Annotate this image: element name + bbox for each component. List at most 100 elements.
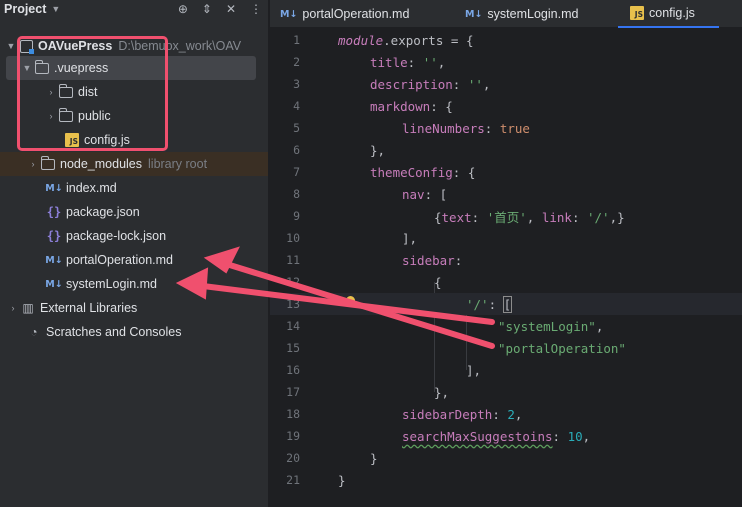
code-line-4: 4 markdown: {: [270, 95, 742, 117]
chevron-right-icon[interactable]: ›: [6, 303, 20, 313]
tree-item-label: index.md: [66, 181, 117, 195]
markdown-file-icon: M↓: [45, 182, 63, 194]
code-token: link: [541, 209, 572, 225]
code-line-9: 9 {text: '首页', link: '/',}: [270, 205, 742, 227]
line-number: 15: [286, 341, 300, 355]
code-token: ],: [402, 230, 418, 246]
project-panel: Project ▼ ⊕ ⇕ ✕ ⋮ ▼ OAVuePress D:\bemuox…: [0, 0, 269, 507]
more-icon[interactable]: ⋮: [250, 2, 262, 16]
tree-item-vuepress[interactable]: ▼ .vuepress: [6, 56, 256, 80]
code-token: searchMaxSuggestoins: [402, 428, 553, 444]
tree-item-public[interactable]: › public: [0, 104, 268, 128]
markdown-file-icon: M↓: [45, 278, 63, 290]
tree-item-dist[interactable]: › dist: [0, 80, 268, 104]
code-token: nav: [402, 186, 425, 202]
project-panel-header[interactable]: Project ▼ ⊕ ⇕ ✕ ⋮: [0, 0, 268, 17]
tree-item-package[interactable]: {} package.json: [0, 200, 268, 224]
code-token: themeConfig: [370, 164, 453, 180]
code-token: lineNumbers: [402, 120, 485, 136]
tree-item-config[interactable]: JS config.js: [0, 128, 268, 152]
module-icon: [18, 39, 34, 54]
code-line-5: 5 lineNumbers: true: [270, 117, 742, 139]
code-line-6: 6 },: [270, 139, 742, 161]
tree-item-label: systemLogin.md: [66, 277, 158, 291]
tab-label: portalOperation.md: [302, 7, 410, 21]
expand-collapse-icon[interactable]: ⇕: [202, 2, 212, 16]
tree-item-index[interactable]: M↓ index.md: [0, 176, 268, 200]
code-token: title: [370, 54, 408, 70]
target-icon[interactable]: ⊕: [178, 2, 188, 16]
code-editor[interactable]: 1 module.exports = { 2 title: '', 3 desc…: [270, 29, 742, 507]
line-number: 5: [293, 121, 300, 135]
code-token: sidebarDepth: [402, 406, 493, 422]
json-file-icon: {}: [46, 229, 62, 243]
chevron-down-icon[interactable]: ▼: [4, 41, 18, 51]
line-number: 6: [293, 143, 300, 157]
line-number: 9: [293, 209, 300, 223]
project-panel-title[interactable]: Project: [4, 2, 46, 16]
tree-item-portal-operation[interactable]: M↓ portalOperation.md: [0, 248, 268, 272]
tab-system-login[interactable]: M↓ systemLogin.md: [465, 0, 578, 28]
code-line-11: 11 sidebar:: [270, 249, 742, 271]
code-line-13-current: 13 '/': [: [270, 293, 742, 315]
code-token: '首页': [486, 209, 527, 225]
code-line-15: 15 "portalOperation": [270, 337, 742, 359]
code-token: markdown: [370, 98, 431, 114]
code-line-17: 17 },: [270, 381, 742, 403]
markdown-file-icon: M↓: [45, 254, 63, 266]
line-number: 12: [286, 275, 300, 289]
code-token: },: [434, 384, 450, 400]
tree-item-label: portalOperation.md: [66, 253, 174, 267]
chevron-down-icon[interactable]: ▼: [20, 63, 34, 73]
code-line-19: 19 searchMaxSuggestoins: 10,: [270, 425, 742, 447]
chevron-right-icon[interactable]: ›: [44, 111, 58, 121]
code-line-20: 20 }: [270, 447, 742, 469]
lightbulb-icon[interactable]: [346, 296, 355, 305]
code-token: '/': [466, 296, 489, 312]
close-icon[interactable]: ✕: [226, 2, 236, 16]
tree-item-scratches[interactable]: ◔ Scratches and Consoles: [0, 320, 268, 344]
line-number: 20: [286, 451, 300, 465]
code-line-21: 21 }: [270, 469, 742, 491]
code-token: '': [422, 54, 438, 70]
line-number: 2: [293, 55, 300, 69]
tree-item-label: Scratches and Consoles: [46, 325, 182, 339]
tree-item-system-login[interactable]: M↓ systemLogin.md: [0, 272, 268, 296]
tree-item-node-modules[interactable]: › node_modules library root: [0, 152, 268, 176]
tree-item-package-lock[interactable]: {} package-lock.json: [0, 224, 268, 248]
code-line-16: 16 ],: [270, 359, 742, 381]
editor-tabs: M↓ portalOperation.md M↓ systemLogin.md …: [270, 0, 742, 28]
markdown-file-icon: M↓: [280, 8, 298, 20]
code-token: "systemLogin": [498, 318, 596, 334]
chevron-right-icon[interactable]: ›: [44, 87, 58, 97]
library-icon: ▥: [22, 301, 34, 315]
tree-item-external-libraries[interactable]: › ▥ External Libraries: [0, 296, 268, 320]
tab-portal-operation[interactable]: M↓ portalOperation.md: [280, 0, 409, 28]
line-number: 4: [293, 99, 300, 113]
line-number: 3: [293, 77, 300, 91]
line-number: 16: [286, 363, 300, 377]
folder-icon: [58, 83, 74, 99]
tree-item-label: package.json: [66, 205, 140, 219]
line-number: 14: [286, 319, 300, 333]
code-token: true: [499, 120, 530, 136]
tree-item-root[interactable]: ▼ OAVuePress D:\bemuox_work\OAV: [0, 34, 268, 58]
code-line-18: 18 sidebarDepth: 2,: [270, 403, 742, 425]
code-token: sidebar: [402, 252, 455, 268]
tab-config[interactable]: JS config.js: [618, 0, 719, 28]
line-number: 8: [293, 187, 300, 201]
code-token: '/': [587, 209, 610, 225]
folder-icon: [34, 59, 50, 75]
line-number: 10: [286, 231, 300, 245]
code-token: '': [467, 76, 483, 92]
tree-item-label: package-lock.json: [66, 229, 167, 243]
code-token: 10: [567, 428, 583, 444]
chevron-down-icon[interactable]: ▼: [51, 4, 60, 14]
tab-label: config.js: [649, 6, 695, 20]
code-line-1: 1 module.exports = {: [270, 29, 742, 51]
chevron-right-icon[interactable]: ›: [26, 159, 40, 169]
folder-icon: [58, 107, 74, 123]
code-line-3: 3 description: '',: [270, 73, 742, 95]
line-number: 13: [286, 297, 300, 311]
code-token: 2: [507, 406, 515, 422]
